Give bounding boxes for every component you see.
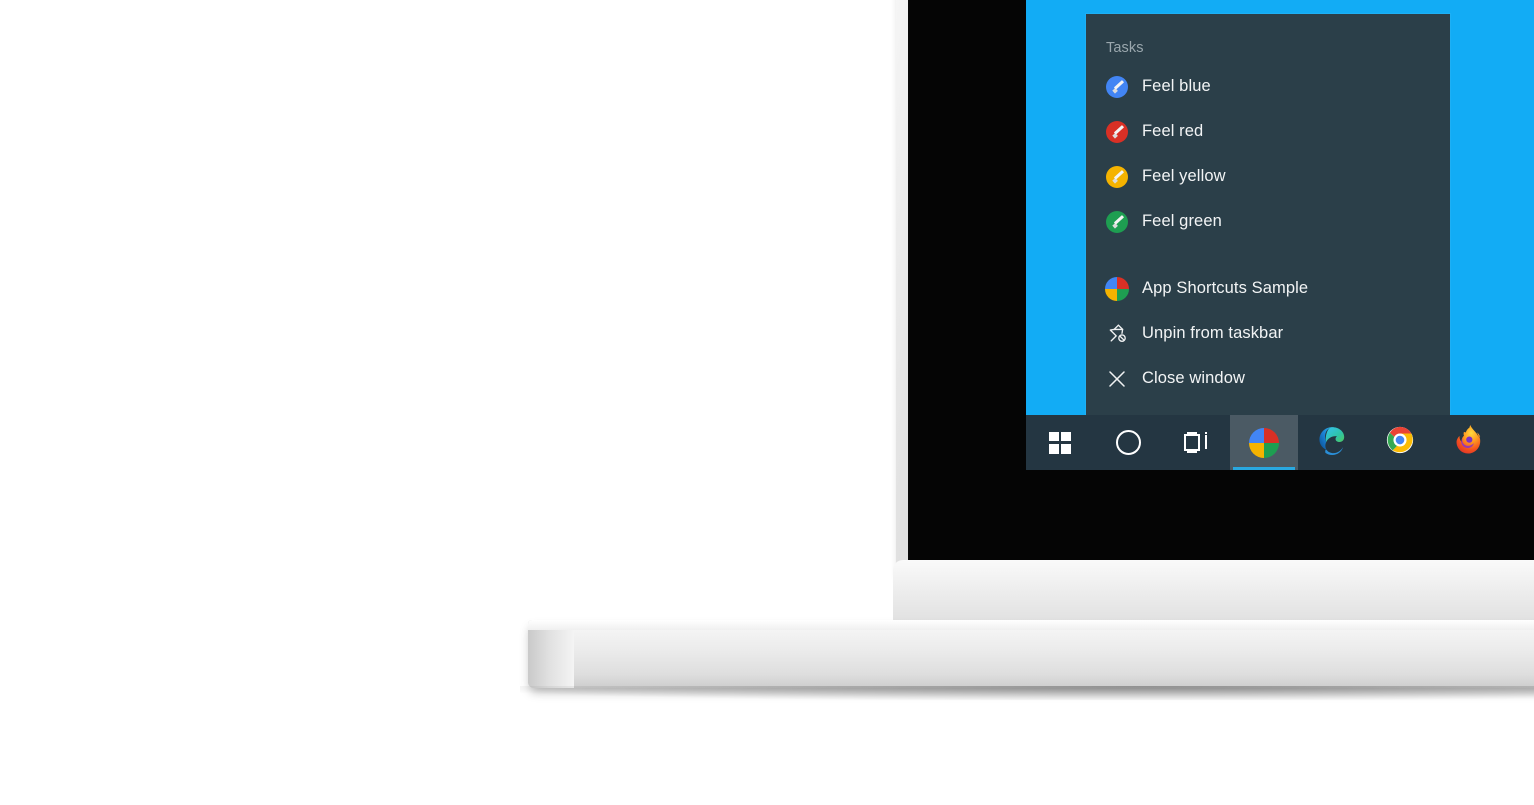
jumplist-item-feel-red[interactable]: Feel red: [1086, 109, 1450, 154]
firefox-icon: [1453, 425, 1483, 460]
laptop-base-lip: [528, 620, 1534, 630]
jumplist-item-label: Unpin from taskbar: [1142, 324, 1284, 342]
laptop-base-shadow: [520, 686, 1534, 700]
jumplist-item-label: Feel green: [1142, 212, 1222, 230]
jumplist-item-label: Close window: [1142, 369, 1245, 387]
laptop-base: [528, 620, 1534, 688]
jumplist-item-label: Feel blue: [1142, 77, 1211, 95]
app-pie-icon: [1249, 427, 1279, 458]
pencil-circle-icon: [1104, 164, 1130, 190]
app-pie-icon: [1104, 276, 1130, 302]
jumplist-item-feel-blue[interactable]: Feel blue: [1086, 64, 1450, 109]
jumplist-separator: [1086, 244, 1450, 266]
jumplist-item-feel-yellow[interactable]: Feel yellow: [1086, 154, 1450, 199]
pencil-circle-icon: [1104, 119, 1130, 145]
windows-logo-icon: [1049, 431, 1071, 454]
taskbar-button-task-view[interactable]: [1162, 415, 1230, 470]
pencil-circle-icon: [1104, 209, 1130, 235]
laptop-mockup: Tasks Feel blue Feel red Feel yellow Fee…: [0, 0, 1534, 805]
laptop-base-left-edge: [528, 620, 574, 688]
jumplist-item-app-shortcuts-sample[interactable]: App Shortcuts Sample: [1086, 266, 1450, 311]
jumplist-item-unpin-from-taskbar[interactable]: Unpin from taskbar: [1086, 311, 1450, 356]
taskbar-jumplist-menu: Tasks Feel blue Feel red Feel yellow Fee…: [1086, 14, 1450, 415]
taskbar-button-app-shortcuts-sample[interactable]: [1230, 415, 1298, 470]
laptop-screen: Tasks Feel blue Feel red Feel yellow Fee…: [1026, 0, 1534, 470]
task-view-icon: [1183, 432, 1209, 453]
jumplist-item-label: App Shortcuts Sample: [1142, 279, 1309, 297]
windows-desktop: Tasks Feel blue Feel red Feel yellow Fee…: [1026, 0, 1534, 415]
jumplist-item-label: Feel yellow: [1142, 167, 1226, 185]
close-x-icon: [1104, 366, 1130, 392]
cortana-circle-icon: [1115, 430, 1141, 455]
jumplist-section-header: Tasks: [1106, 40, 1144, 56]
unpin-icon: [1104, 321, 1130, 347]
taskbar-button-microsoft-edge[interactable]: [1298, 415, 1366, 470]
taskbar-button-google-chrome[interactable]: [1366, 415, 1434, 470]
pencil-circle-icon: [1104, 74, 1130, 100]
jumplist-item-label: Feel red: [1142, 122, 1204, 140]
jumplist-item-close-window[interactable]: Close window: [1086, 356, 1450, 401]
windows-taskbar: [1026, 415, 1534, 470]
taskbar-button-start[interactable]: [1026, 415, 1094, 470]
taskbar-button-cortana[interactable]: [1094, 415, 1162, 470]
jumplist-item-feel-green[interactable]: Feel green: [1086, 199, 1450, 244]
taskbar-button-mozilla-firefox[interactable]: [1434, 415, 1502, 470]
chrome-icon: [1385, 425, 1415, 460]
laptop-hinge: [893, 560, 1534, 624]
edge-icon: [1317, 425, 1347, 460]
